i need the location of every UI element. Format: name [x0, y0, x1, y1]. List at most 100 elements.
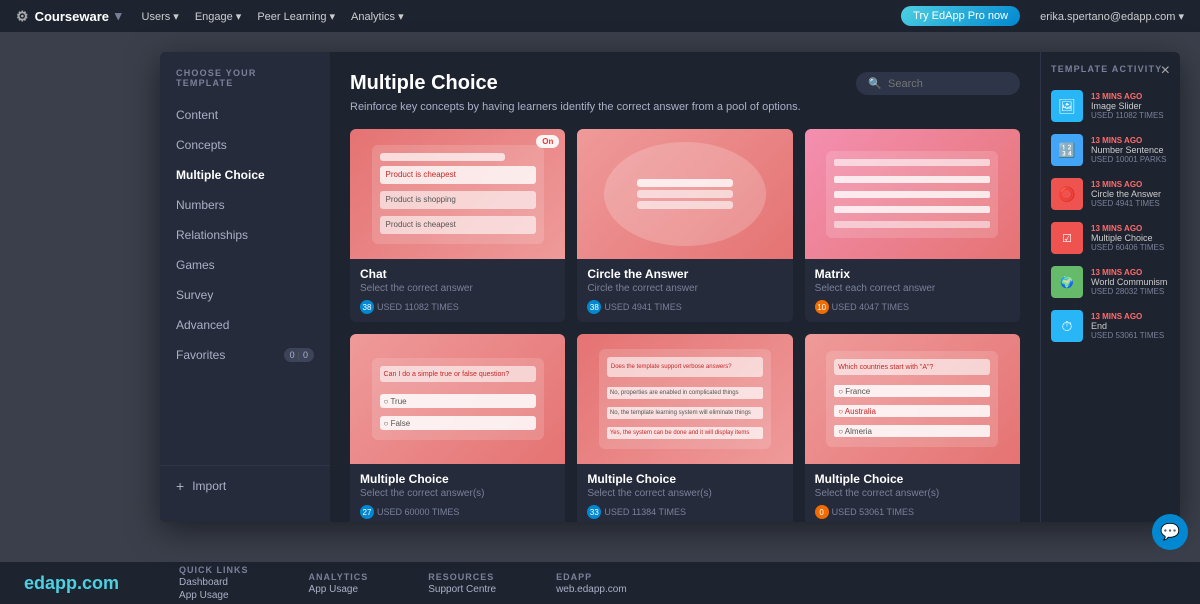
card-stats-mc3: 0 USED 53061 TIMES: [815, 505, 1010, 519]
footer-quick-links: QUICK LINKS Dashboard App Usage: [179, 565, 249, 601]
search-box[interactable]: 🔍: [856, 72, 1020, 95]
activity-thumb-3: ☑: [1051, 222, 1083, 254]
gear-icon: ⚙: [16, 8, 29, 25]
template-card-chat[interactable]: Product is cheapest Product is shopping …: [350, 129, 565, 322]
activity-name-5: End: [1091, 321, 1170, 331]
activity-item-0[interactable]: 🖼 13 MINS AGO Image Slider USED 11082 TI…: [1041, 84, 1180, 128]
activity-info-2: 13 MINS AGO Circle the Answer USED 4941 …: [1091, 180, 1170, 208]
mc1-question: Can I do a simple true or false question…: [380, 366, 536, 382]
c-line-1: [637, 179, 734, 187]
activity-item-5[interactable]: ⏱ 13 MINS AGO End USED 53061 TIMES: [1041, 304, 1180, 348]
stat-icon-mc2: 33: [587, 505, 601, 519]
activity-info-1: 13 MINS AGO Number Sentence USED 10001 P…: [1091, 136, 1170, 164]
stat-mc1: 27 USED 60000 TIMES: [360, 505, 459, 519]
template-card-mc2[interactable]: Does the template support verbose answer…: [577, 334, 792, 522]
mc1-false: ○ False: [380, 416, 536, 430]
activity-time-4: 13 MINS AGO: [1091, 268, 1170, 277]
stat-mc2: 33 USED 11384 TIMES: [587, 505, 686, 519]
activity-name-1: Number Sentence: [1091, 145, 1170, 155]
template-modal: × CHOOSE YOUR TEMPLATE Content Concepts …: [160, 52, 1180, 522]
search-input[interactable]: [888, 78, 1008, 90]
card-name-matrix: Matrix: [815, 267, 1010, 281]
mc2-opt2: No, the template learning system will el…: [607, 407, 763, 419]
import-button[interactable]: + Import: [160, 465, 330, 506]
footer-resources: RESOURCES Support Centre: [428, 572, 496, 595]
activity-item-4[interactable]: 🌍 13 MINS AGO World Communism USED 28032…: [1041, 260, 1180, 304]
mc1-mock: Can I do a simple true or false question…: [372, 358, 544, 440]
search-icon: 🔍: [868, 77, 882, 90]
stat-circle: 38 USED 4941 TIMES: [587, 300, 681, 314]
card-desc-mc1: Select the correct answer(s): [360, 488, 555, 499]
card-thumbnail-circle: [577, 129, 792, 259]
template-card-matrix[interactable]: Matrix Select each correct answer 10 USE…: [805, 129, 1020, 322]
activity-title: TEMPLATE ACTIVITY: [1041, 64, 1180, 84]
activity-panel: TEMPLATE ACTIVITY 🖼 13 MINS AGO Image Sl…: [1040, 52, 1180, 522]
sidebar-item-numbers[interactable]: Numbers: [160, 190, 330, 220]
stat-icon-1: 38: [360, 300, 374, 314]
activity-thumb-2: ⭕: [1051, 178, 1083, 210]
activity-meta-5: USED 53061 TIMES: [1091, 331, 1170, 340]
activity-time-0: 13 MINS AGO: [1091, 92, 1170, 101]
stat-icon-mc1: 27: [360, 505, 374, 519]
sidebar-item-multiple-choice[interactable]: Multiple Choice: [160, 160, 330, 190]
activity-info-0: 13 MINS AGO Image Slider USED 11082 TIME…: [1091, 92, 1170, 120]
activity-name-4: World Communism: [1091, 277, 1170, 287]
activity-item-1[interactable]: 🔢 13 MINS AGO Number Sentence USED 10001…: [1041, 128, 1180, 172]
mc3-opt1: ○ France: [834, 385, 990, 397]
nav-peer-learning[interactable]: Peer Learning ▾: [257, 10, 335, 23]
m-title: [834, 159, 990, 166]
try-pro-button[interactable]: Try EdApp Pro now: [901, 6, 1020, 26]
sidebar-item-advanced[interactable]: Advanced: [160, 310, 330, 340]
sidebar-item-survey[interactable]: Survey: [160, 280, 330, 310]
activity-meta-1: USED 10001 PARKS: [1091, 155, 1170, 164]
card-thumbnail-chat: Product is cheapest Product is shopping …: [350, 129, 565, 259]
activity-info-5: 13 MINS AGO End USED 53061 TIMES: [1091, 312, 1170, 340]
chat-bubble[interactable]: 💬: [1152, 514, 1188, 550]
sidebar-item-content[interactable]: Content: [160, 100, 330, 130]
template-card-mc3[interactable]: Which countries start with "A"? ○ France…: [805, 334, 1020, 522]
card-desc-mc2: Select the correct answer(s): [587, 488, 782, 499]
mc3-opt2: ○ Australia: [834, 405, 990, 417]
close-button[interactable]: ×: [1161, 62, 1170, 80]
card-info-mc2: Multiple Choice Select the correct answe…: [577, 464, 792, 522]
card-info-matrix: Matrix Select each correct answer 10 USE…: [805, 259, 1020, 322]
mc2-question: Does the template support verbose answer…: [607, 357, 763, 377]
sidebar-item-games[interactable]: Games: [160, 250, 330, 280]
sidebar-item-favorites[interactable]: Favorites 0 | 0: [160, 340, 330, 370]
nav-items: Users ▾ Engage ▾ Peer Learning ▾ Analyti…: [142, 10, 404, 23]
sidebar-item-concepts[interactable]: Concepts: [160, 130, 330, 160]
sidebar-title: CHOOSE YOUR TEMPLATE: [160, 68, 330, 100]
template-card-circle[interactable]: Circle the Answer Circle the correct ans…: [577, 129, 792, 322]
mc1-true: ○ True: [380, 394, 536, 408]
page-footer: edapp.com QUICK LINKS Dashboard App Usag…: [0, 562, 1200, 604]
card-desc-mc3: Select the correct answer(s): [815, 488, 1010, 499]
card-stats-circle: 38 USED 4941 TIMES: [587, 300, 782, 314]
on-badge: On: [536, 135, 559, 148]
modal-header: Multiple Choice 🔍: [350, 72, 1020, 95]
mock-title: [380, 153, 505, 161]
nav-engage[interactable]: Engage ▾: [195, 10, 242, 23]
card-info-circle: Circle the Answer Circle the correct ans…: [577, 259, 792, 322]
logo[interactable]: ⚙ Courseware ▾: [16, 8, 122, 25]
card-thumbnail-mc2: Does the template support verbose answer…: [577, 334, 792, 464]
nav-analytics[interactable]: Analytics ▾: [351, 10, 404, 23]
card-stats-matrix: 10 USED 4047 TIMES: [815, 300, 1010, 314]
user-menu[interactable]: erika.spertano@edapp.com ▾: [1040, 10, 1184, 23]
mc2-opt3: Yes, the system can be done and it will …: [607, 427, 763, 439]
plus-icon: +: [176, 478, 184, 494]
stat-matrix: 10 USED 4047 TIMES: [815, 300, 909, 314]
activity-info-3: 13 MINS AGO Multiple Choice USED 60406 T…: [1091, 224, 1170, 252]
activity-info-4: 13 MINS AGO World Communism USED 28032 T…: [1091, 268, 1170, 296]
m-row-2: [834, 191, 990, 198]
mc2-opt1: No, properties are enabled in complicate…: [607, 387, 763, 399]
matrix-mock: [826, 151, 998, 238]
activity-item-2[interactable]: ⭕ 13 MINS AGO Circle the Answer USED 494…: [1041, 172, 1180, 216]
mc2-mock: Does the template support verbose answer…: [599, 349, 771, 449]
card-stats-mc2: 33 USED 11384 TIMES: [587, 505, 782, 519]
mc3-opt3: ○ Almeria: [834, 425, 990, 437]
nav-users[interactable]: Users ▾: [142, 10, 179, 23]
activity-item-3[interactable]: ☑ 13 MINS AGO Multiple Choice USED 60406…: [1041, 216, 1180, 260]
sidebar-item-relationships[interactable]: Relationships: [160, 220, 330, 250]
template-card-mc1[interactable]: Can I do a simple true or false question…: [350, 334, 565, 522]
c-line-2: [637, 190, 734, 198]
